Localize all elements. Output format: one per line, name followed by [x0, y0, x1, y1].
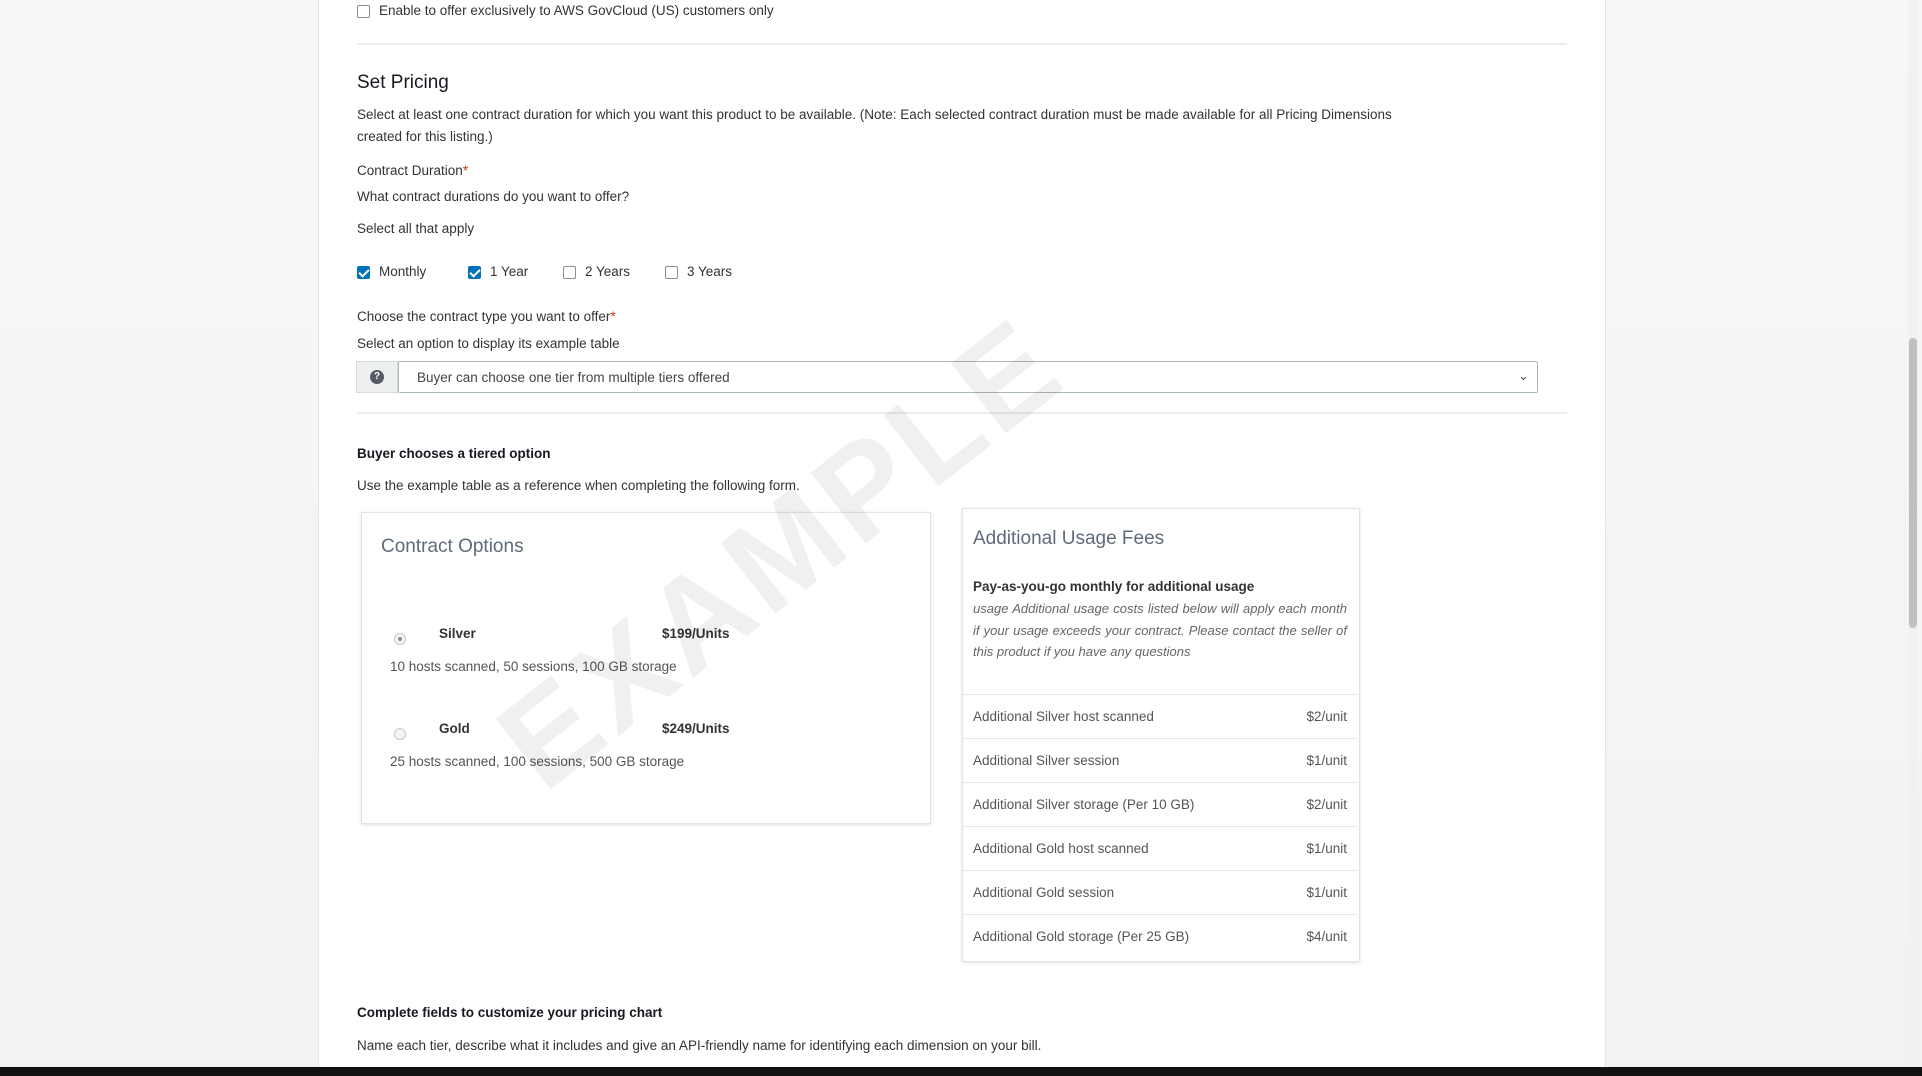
required-mark: * [610, 309, 616, 324]
select-all-hint: Select all that apply [357, 221, 475, 236]
bottom-bar [0, 1067, 1922, 1076]
duration-3-years-label: 3 Years [687, 264, 733, 279]
fee-name: Additional Silver session [973, 753, 1120, 768]
contract-type-selected-value: Buyer can choose one tier from multiple … [417, 370, 730, 385]
chevron-down-icon: ⌄ [1518, 368, 1529, 383]
durations-question: What contract durations do you want to o… [357, 189, 630, 204]
contract-duration-label: Contract Duration* [357, 163, 468, 178]
tier-gold-name: Gold [439, 721, 470, 736]
contract-type-label: Choose the contract type you want to off… [357, 309, 616, 324]
usage-fees-card: Additional Usage Fees Pay-as-you-go mont… [962, 508, 1360, 962]
pricing-intro-line2: created for this listing.) [357, 129, 493, 144]
duration-2-years-checkbox[interactable] [563, 266, 576, 279]
contract-type-label-text: Choose the contract type you want to off… [357, 309, 611, 324]
form-panel: Enable to offer exclusively to AWS GovCl… [318, 0, 1606, 1067]
fee-name: Additional Gold session [973, 885, 1115, 900]
fee-name: Additional Silver host scanned [973, 709, 1154, 724]
duration-1-year-checkbox[interactable] [468, 266, 481, 279]
duration-monthly-label: Monthly [379, 264, 427, 279]
duration-3-years-checkbox[interactable] [665, 266, 678, 279]
fee-price: $1/unit [1306, 753, 1347, 768]
contract-options-title: Contract Options [381, 536, 524, 557]
fee-row: Additional Silver storage (Per 10 GB) $2… [963, 782, 1357, 826]
fee-row: Additional Gold session $1/unit [963, 870, 1357, 914]
tier-silver-details: 10 hosts scanned, 50 sessions, 100 GB st… [390, 659, 677, 674]
contract-type-select[interactable]: Buyer can choose one tier from multiple … [398, 361, 1538, 393]
tier-gold-details: 25 hosts scanned, 100 sessions, 500 GB s… [390, 754, 685, 769]
fee-row: Additional Gold storage (Per 25 GB) $4/u… [963, 914, 1357, 958]
duration-1-year-label: 1 Year [490, 264, 529, 279]
tiered-heading: Buyer chooses a tiered option [357, 446, 551, 461]
duration-monthly-checkbox[interactable] [357, 266, 370, 279]
govcloud-checkbox-label: Enable to offer exclusively to AWS GovCl… [379, 3, 774, 18]
fee-price: $1/unit [1306, 885, 1347, 900]
contract-options-card: Contract Options Silver $199/Units 10 ho… [361, 512, 931, 824]
govcloud-checkbox[interactable] [357, 5, 370, 18]
fee-row: Additional Gold host scanned $1/unit [963, 826, 1357, 870]
customize-description: Name each tier, describe what it include… [357, 1038, 1042, 1053]
fee-row: Additional Silver session $1/unit [963, 738, 1357, 782]
info-icon: ? [370, 370, 384, 384]
duration-2-years-label: 2 Years [585, 264, 631, 279]
fee-price: $1/unit [1306, 841, 1347, 856]
usage-fees-title: Additional Usage Fees [973, 528, 1165, 549]
tiered-description: Use the example table as a reference whe… [357, 478, 800, 493]
tier-gold-price: $249/Units [662, 721, 730, 736]
fee-row: Additional Silver host scanned $2/unit [963, 694, 1357, 738]
divider [357, 412, 1567, 414]
required-mark: * [462, 163, 469, 178]
fee-price: $2/unit [1306, 709, 1347, 724]
payg-text: usage Additional usage costs listed belo… [973, 601, 1347, 659]
contract-type-hint: Select an option to display its example … [357, 336, 620, 351]
fee-price: $2/unit [1306, 797, 1347, 812]
pricing-intro-line1: Select at least one contract duration fo… [357, 107, 1392, 122]
fee-name: Additional Gold storage (Per 25 GB) [973, 929, 1190, 944]
payg-heading: Pay-as-you-go monthly for additional usa… [973, 579, 1255, 594]
fee-name: Additional Gold host scanned [973, 841, 1149, 856]
tier-silver-radio[interactable] [394, 633, 406, 645]
section-title: Set Pricing [357, 72, 449, 93]
info-button[interactable]: ? [356, 361, 398, 393]
tier-gold-radio[interactable] [394, 728, 406, 740]
tier-silver-price: $199/Units [662, 626, 730, 641]
fee-name: Additional Silver storage (Per 10 GB) [973, 797, 1195, 812]
fee-price: $4/unit [1306, 929, 1347, 944]
customize-heading: Complete fields to customize your pricin… [357, 1005, 663, 1020]
contract-duration-label-text: Contract Duration [357, 163, 463, 178]
tier-silver-name: Silver [439, 626, 476, 641]
scrollbar-thumb[interactable] [1909, 338, 1917, 628]
divider [357, 43, 1567, 45]
